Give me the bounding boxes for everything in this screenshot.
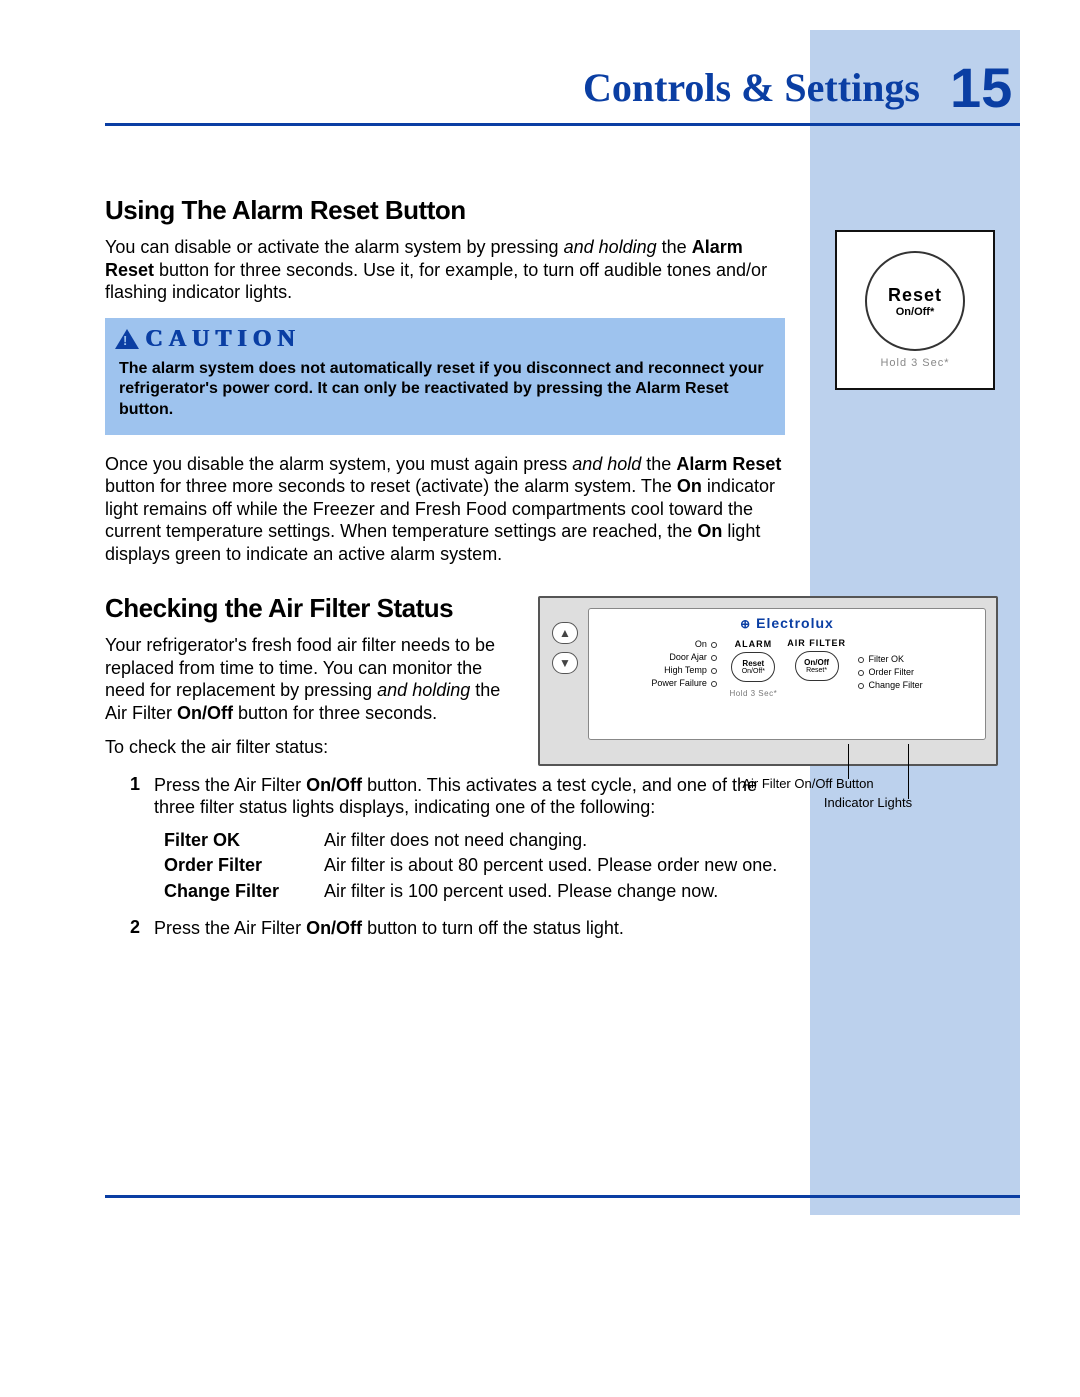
label-door-ajar: Door Ajar	[669, 652, 707, 662]
alarm-header: ALARM	[735, 639, 773, 649]
alarm-btn-col: ALARM Reset On/Off* Hold 3 Sec*	[729, 639, 777, 698]
main-content: Using The Alarm Reset Button You can dis…	[105, 195, 785, 949]
brand-symbol-icon: ⊕	[740, 617, 751, 631]
reset-button-figure: Reset On/Off* Hold 3 Sec*	[835, 230, 995, 390]
alarm-status-col: On Door Ajar High Temp Power Failure	[651, 639, 719, 688]
caution-box: CAUTION The alarm system does not automa…	[105, 318, 785, 435]
reset-label-sub: On/Off*	[896, 306, 935, 318]
text: the	[657, 237, 692, 257]
indicator-dot-icon	[711, 668, 717, 674]
temp-down-icon: ▼	[552, 652, 578, 674]
control-panel-figure: ▲ ▼ ⊕ Electrolux On Door Ajar High Temp …	[538, 596, 998, 816]
alarm-para-1: You can disable or activate the alarm sy…	[105, 236, 785, 304]
filter-header: AIR FILTER	[787, 639, 846, 648]
filter-status-col: Filter OK Order Filter Change Filter	[856, 639, 923, 690]
panel-inner: ⊕ Electrolux On Door Ajar High Temp Powe…	[588, 608, 986, 740]
step-2: 2 Press the Air Filter On/Off button to …	[105, 917, 785, 940]
label-change-filter: Change Filter	[869, 680, 923, 690]
page-number: 15	[950, 55, 1020, 120]
indicator-dot-icon	[858, 657, 864, 663]
page-title: Controls & Settings	[583, 64, 920, 111]
text: button to turn off the status light.	[362, 918, 624, 938]
text-bold: Alarm Reset	[676, 454, 781, 474]
page-header: Controls & Settings 15	[105, 55, 1020, 120]
reset-button-icon: Reset On/Off*	[865, 251, 965, 351]
text-bold: On/Off	[306, 775, 362, 795]
order-filter-label: Order Filter	[164, 854, 324, 877]
text-emph: and holding	[377, 680, 470, 700]
panel-outer: ▲ ▼ ⊕ Electrolux On Door Ajar High Temp …	[538, 596, 998, 766]
step-number: 1	[105, 774, 140, 819]
filter-para-1: Your refrigerator's fresh food air filte…	[105, 634, 525, 724]
step-number: 2	[105, 917, 140, 940]
text-emph: and hold	[572, 454, 641, 474]
text-bold: On	[677, 476, 702, 496]
text: Once you disable the alarm system, you m…	[105, 454, 572, 474]
indicator-dot-icon	[711, 655, 717, 661]
filter-btn-main: On/Off	[804, 658, 829, 667]
warning-triangle-icon	[115, 329, 139, 349]
callout-filter-button: Air Filter On/Off Button	[708, 776, 908, 791]
indicator-dot-icon	[858, 670, 864, 676]
caution-header: CAUTION	[105, 318, 785, 359]
text-bold: On/Off	[177, 703, 233, 723]
reset-main: Reset	[742, 659, 764, 668]
header-rule	[105, 123, 1020, 126]
order-filter-desc: Air filter is about 80 percent used. Ple…	[324, 854, 785, 877]
section-alarm-heading: Using The Alarm Reset Button	[105, 195, 785, 226]
filter-ok-desc: Air filter does not need changing.	[324, 829, 785, 852]
reset-sub: On/Off*	[742, 668, 765, 675]
indicator-dot-icon	[858, 683, 864, 689]
filter-btn-col: AIR FILTER On/Off Reset*	[787, 639, 846, 681]
caution-body-text: The alarm system does not automatically …	[105, 359, 785, 421]
change-filter-label: Change Filter	[164, 880, 324, 903]
filter-ok-label: Filter OK	[164, 829, 324, 852]
text-emph: and holding	[564, 237, 657, 257]
manual-page: Controls & Settings 15 Reset On/Off* Hol…	[0, 0, 1080, 1397]
reset-hold-text: Hold 3 Sec*	[880, 357, 949, 369]
text: Press the Air Filter	[154, 918, 306, 938]
reset-label-main: Reset	[888, 285, 942, 306]
text-bold: On	[697, 521, 722, 541]
callout-line	[908, 744, 909, 799]
panel-reset-button-icon: Reset On/Off*	[731, 652, 775, 682]
label-power-failure: Power Failure	[651, 678, 707, 688]
text: button for three more seconds to reset (…	[105, 476, 677, 496]
footer-rule	[105, 1195, 1020, 1198]
text: You can disable or activate the alarm sy…	[105, 237, 564, 257]
step-body: Press the Air Filter On/Off button to tu…	[154, 917, 785, 940]
filter-btn-sub: Reset*	[806, 667, 827, 674]
temp-up-icon: ▲	[552, 622, 578, 644]
panel-filter-button-icon: On/Off Reset*	[795, 651, 839, 681]
label-on: On	[695, 639, 707, 649]
label-filter-ok: Filter OK	[869, 654, 905, 664]
text: the	[641, 454, 676, 474]
text: Press the Air Filter	[154, 775, 306, 795]
caution-label: CAUTION	[145, 326, 300, 353]
callout-indicator-lights: Indicator Lights	[768, 795, 968, 810]
panel-hold-text: Hold 3 Sec*	[729, 689, 777, 698]
panel-brand: ⊕ Electrolux	[740, 615, 834, 631]
filter-status-table: Filter OK Air filter does not need chang…	[164, 829, 785, 903]
text: button for three seconds. Use it, for ex…	[105, 260, 767, 303]
indicator-dot-icon	[711, 642, 717, 648]
text: button for three seconds.	[233, 703, 437, 723]
callout-line	[848, 744, 849, 779]
text-bold: On/Off	[306, 918, 362, 938]
alarm-para-2: Once you disable the alarm system, you m…	[105, 453, 785, 566]
brand-text: Electrolux	[756, 615, 834, 631]
change-filter-desc: Air filter is 100 percent used. Please c…	[324, 880, 785, 903]
panel-grid: On Door Ajar High Temp Power Failure ALA…	[651, 639, 922, 698]
indicator-dot-icon	[711, 681, 717, 687]
label-high-temp: High Temp	[664, 665, 707, 675]
label-order-filter: Order Filter	[869, 667, 915, 677]
